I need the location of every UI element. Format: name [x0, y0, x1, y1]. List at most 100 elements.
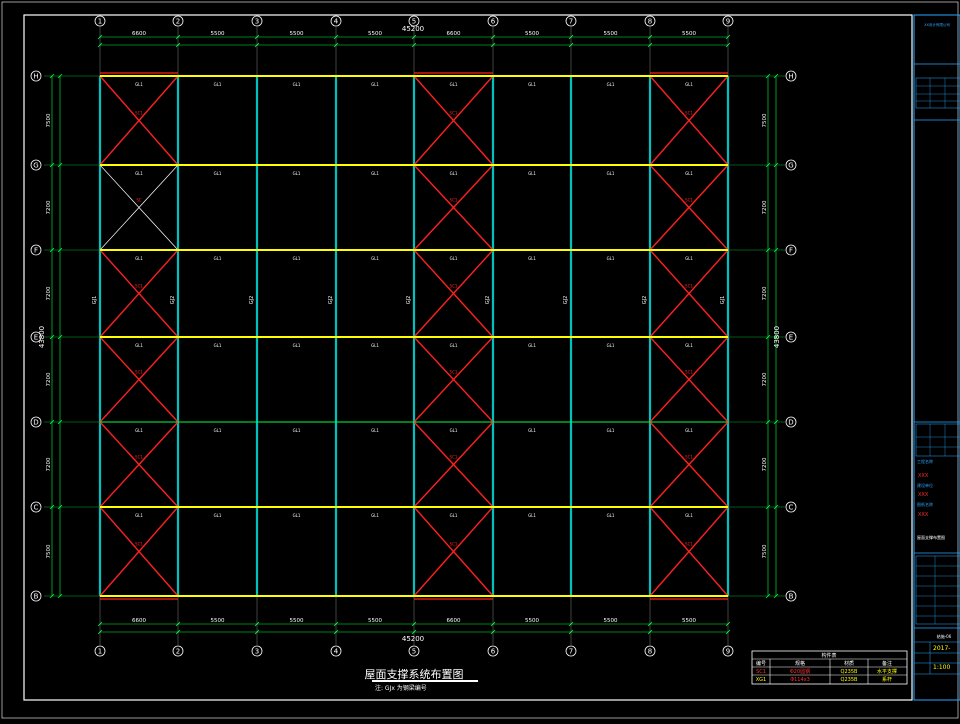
dimension-text: 5500: [604, 618, 618, 624]
dimension-text: 7200: [762, 372, 768, 386]
dimension-text: 7200: [762, 200, 768, 214]
beam-tag: GL1: [450, 256, 458, 261]
dimension-text: 7500: [46, 544, 52, 558]
grid-bubble-top-label: 2: [176, 18, 180, 26]
dimension-text: 5500: [682, 31, 696, 37]
project-label: 工程名称: [917, 458, 933, 464]
beam-tag: GL1: [528, 82, 536, 87]
grid-bubble-left-label: C: [34, 504, 39, 512]
brace-tag: SC1: [685, 542, 693, 547]
brace-tag: SC1: [135, 455, 143, 460]
dimension-text: 5500: [525, 31, 539, 37]
beam-tag: GL1: [685, 513, 693, 518]
beam-tag: GL1: [528, 513, 536, 518]
beam-tag: GL1: [214, 256, 222, 261]
grid-bubble-top-label: 3: [255, 18, 259, 26]
grid-bubble-right-label: G: [788, 162, 793, 170]
drawing-date: 2017-: [933, 645, 950, 652]
beam-tag: GL1: [450, 513, 458, 518]
sheet-border: [23, 14, 913, 701]
beam-tag: GL1: [293, 171, 301, 176]
rafter-tag: GJ2: [406, 296, 412, 305]
beam-tag: GL1: [450, 343, 458, 348]
beam-tag: GL1: [214, 428, 222, 433]
rafter-tag: GJ2: [328, 296, 334, 305]
grid-bubble-right-label: E: [789, 334, 793, 342]
beam-tag: GL1: [293, 82, 301, 87]
cad-drawing: 6600 5500 5500 5500 6600 5500 5500 5500 6600 5500…: [1, 1, 960, 719]
legend-header-note: 备注: [882, 660, 892, 667]
grid-bubble-left-label: F: [34, 247, 38, 255]
beam-tag: GL1: [450, 428, 458, 433]
brace-tag: SC1: [685, 284, 693, 289]
beam-tag: GL1: [685, 82, 693, 87]
rafter-tag: GJ1: [720, 296, 726, 305]
grid-bubble-bottom-label: 7: [569, 648, 573, 656]
brace-tag: SC1: [135, 370, 143, 375]
legend-header-spec: 规格: [795, 660, 805, 667]
beam-tag: GL1: [371, 82, 379, 87]
brace-tag: SC1: [450, 455, 458, 460]
grid-bubble-left-label: B: [34, 593, 39, 601]
beam-tag: GL1: [607, 343, 615, 348]
dimension-text: 7500: [46, 113, 52, 127]
brace-tag: SC1: [450, 198, 458, 203]
brace-tag: SC1: [450, 542, 458, 547]
brace-tag: SC1: [450, 111, 458, 116]
legend-row-spec: Φ20圆钢: [790, 668, 810, 675]
grid-bubble-right-label: F: [789, 247, 793, 255]
dimension-text: 7500: [762, 113, 768, 127]
drawing-value: XXX: [918, 512, 929, 518]
beam-tag: GL1: [371, 343, 379, 348]
grid-bubble-top-label: 9: [726, 18, 730, 26]
brace-tag: SC1: [135, 284, 143, 289]
rafter-tag: GJ2: [485, 296, 491, 305]
dimension-text: 5500: [290, 31, 304, 37]
client-value: XXX: [918, 492, 929, 498]
brace-tag: SC1: [135, 111, 143, 116]
beam-tag: GL1: [607, 513, 615, 518]
rafter-tag: GJ2: [249, 296, 255, 305]
brace-tag: SC1: [450, 284, 458, 289]
dimension-text: 7200: [762, 286, 768, 300]
beam-tag: GL1: [607, 428, 615, 433]
beam-tag: GL1: [135, 171, 143, 176]
dimension-text: 5500: [368, 618, 382, 624]
beam-tag: GL1: [135, 82, 143, 87]
dimension-text: 5500: [368, 31, 382, 37]
grid-bubble-right-label: H: [788, 73, 793, 81]
outer-border: [1, 1, 959, 719]
company-name: XX设计有限公司: [924, 22, 950, 27]
dimension-text: 5500: [211, 31, 225, 37]
dimension-text: 6600: [132, 618, 146, 624]
brace-tag: SC1: [685, 455, 693, 460]
dimension-text: 7200: [46, 286, 52, 300]
beam-tag: GL1: [607, 171, 615, 176]
beam-tag: GL1: [607, 82, 615, 87]
beam-tag: GL1: [528, 171, 536, 176]
grid-bubble-bottom-label: 6: [491, 648, 496, 656]
brace-tag: SC1: [450, 370, 458, 375]
grid-bubble-top-label: 8: [648, 18, 652, 26]
beam-tag: GL1: [214, 513, 222, 518]
legend-header-mat: 材质: [844, 660, 854, 667]
beam-tag: GL1: [214, 82, 222, 87]
grid-bubble-left-label: G: [33, 162, 38, 170]
beam-tag: GL1: [135, 428, 143, 433]
beam-tag: GL1: [528, 343, 536, 348]
beam-tag: GL1: [214, 343, 222, 348]
grid-bubble-top-label: 7: [569, 18, 573, 26]
dimension-layer: 6600 5500 5500 5500 6600 5500 5500 5500 6600 5500…: [46, 31, 779, 635]
legend-row-note: 水平支撑: [877, 668, 897, 675]
beam-tag: GL1: [528, 428, 536, 433]
right-total-dimension: 43800: [773, 326, 781, 348]
cad-canvas[interactable]: 6600 5500 5500 5500 6600 5500 5500 5500 6600 5500…: [0, 0, 960, 720]
beam-tag: GL1: [371, 428, 379, 433]
beam-tag: GL1: [293, 256, 301, 261]
grid-bubble-bottom-label: 3: [255, 648, 259, 656]
bottom-total-dimension: 45200: [402, 635, 424, 643]
dimension-text: 5500: [525, 618, 539, 624]
grid-bubble-top-label: 6: [491, 18, 496, 26]
dimension-text: 7200: [46, 200, 52, 214]
legend-row-mat: Q235B: [841, 669, 858, 675]
